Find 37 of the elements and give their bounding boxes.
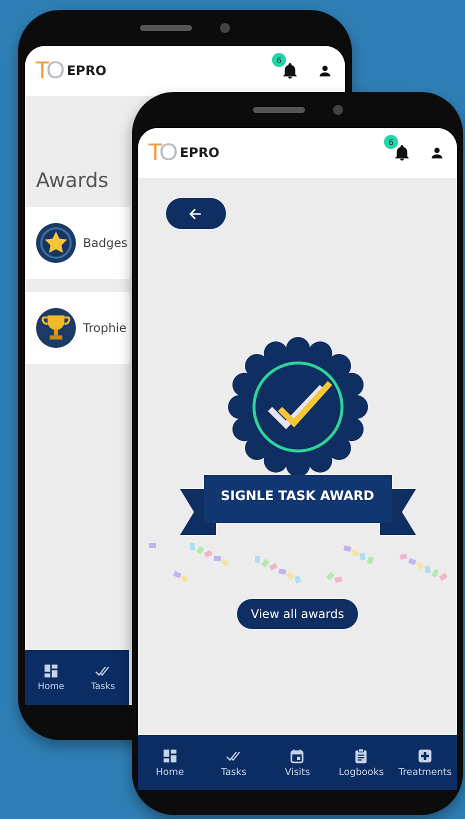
camera-dot: [332, 105, 342, 115]
bell-icon[interactable]: [281, 62, 299, 80]
award-type-card[interactable]: Badges: [25, 207, 130, 279]
award-type-label: Trophie: [83, 321, 127, 335]
star-badge-icon: [35, 222, 77, 264]
nav-tab[interactable]: Visits: [266, 735, 330, 790]
nav-tab[interactable]: Tasks: [202, 735, 266, 790]
page-title: Awards: [35, 168, 110, 192]
notification-count: 6: [384, 135, 398, 149]
speaker-grille: [252, 107, 304, 113]
nav-tab[interactable]: Home: [138, 735, 202, 790]
logo-mark: TO: [148, 139, 175, 167]
nav-tab[interactable]: Home: [25, 650, 77, 705]
view-all-awards-button[interactable]: View all awards: [236, 599, 358, 629]
logo-mark: TO: [35, 57, 62, 85]
user-icon[interactable]: [429, 145, 445, 161]
bell-icon[interactable]: [393, 144, 411, 162]
calendar-icon: [289, 748, 306, 764]
trophy-icon: [35, 307, 77, 349]
clipboard-icon: [353, 748, 370, 764]
back-arrow-icon: [188, 206, 204, 222]
grid-icon: [162, 748, 178, 764]
user-icon[interactable]: [317, 63, 333, 79]
camera-dot: [220, 23, 230, 33]
speaker-grille: [140, 25, 192, 31]
nav-tab[interactable]: Logbooks: [329, 735, 394, 790]
award-title: SIGNLE TASK AWARD: [220, 489, 374, 504]
nav-tab[interactable]: Tasks: [77, 650, 129, 705]
notification-count: 6: [272, 53, 286, 67]
logo-name: EPRO: [66, 64, 106, 78]
medical-plus-icon: [417, 748, 434, 764]
back-button[interactable]: [166, 198, 226, 229]
grid-icon: [43, 663, 59, 679]
logo-name: EPRO: [180, 146, 220, 160]
award-type-label: Badges: [83, 236, 128, 250]
award-type-card[interactable]: Trophie: [25, 292, 130, 364]
nav-tab[interactable]: Treatments: [393, 735, 457, 790]
